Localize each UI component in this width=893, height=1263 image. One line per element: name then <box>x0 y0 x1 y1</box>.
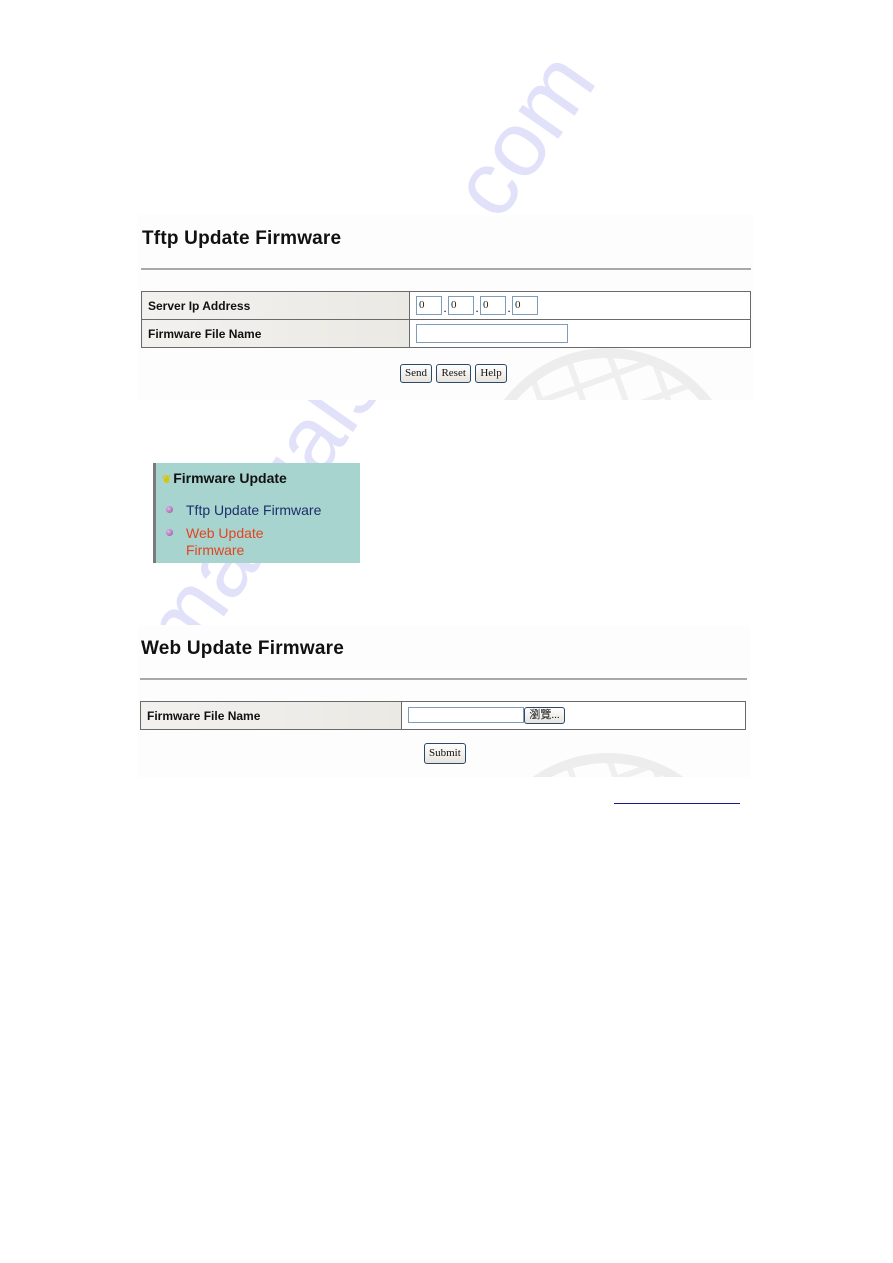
tftp-file-name-input[interactable] <box>416 324 568 343</box>
send-button[interactable]: Send <box>400 364 432 383</box>
hyperlink-underline[interactable] <box>614 803 740 804</box>
tftp-file-name-cell <box>409 319 751 348</box>
tftp-divider <box>141 268 751 270</box>
web-divider <box>140 678 747 680</box>
tftp-button-bar: Send Reset Help <box>400 363 507 383</box>
server-ip-octet-4[interactable]: 0 <box>512 296 538 315</box>
tftp-page-title: Tftp Update Firmware <box>142 228 342 249</box>
globe-background-graphic <box>478 753 738 777</box>
tftp-form-table: Server Ip Address 0.0.0.0 Firmware File … <box>141 291 751 348</box>
submit-button[interactable]: Submit <box>424 743 466 764</box>
server-ip-octet-2[interactable]: 0 <box>448 296 474 315</box>
menu-header-label: Firmware Update <box>173 470 287 486</box>
menu-header[interactable]: ❦ Firmware Update <box>162 470 287 486</box>
browse-button[interactable]: 瀏覽... <box>524 707 565 725</box>
server-ip-label: Server Ip Address <box>141 291 410 320</box>
tftp-file-name-label: Firmware File Name <box>141 319 410 348</box>
web-page-title: Web Update Firmware <box>141 638 344 659</box>
web-file-name-cell: 瀏覽... <box>401 701 746 730</box>
web-button-bar: Submit <box>424 743 466 764</box>
reset-button[interactable]: Reset <box>436 364 471 383</box>
server-ip-octet-1[interactable]: 0 <box>416 296 442 315</box>
server-ip-cell: 0.0.0.0 <box>409 291 751 320</box>
bullet-icon <box>166 529 173 536</box>
firmware-update-menu: ❦ Firmware Update Tftp Update Firmware We… <box>153 463 360 563</box>
tftp-file-name-row: Firmware File Name <box>141 319 751 348</box>
menu-item-web-update-firmware[interactable]: Web Update Firmware <box>166 525 264 559</box>
globe-background-graphic <box>478 348 738 400</box>
web-file-name-label: Firmware File Name <box>140 701 402 730</box>
bullet-icon <box>166 506 173 513</box>
web-file-name-row: Firmware File Name 瀏覽... <box>140 701 746 730</box>
server-ip-row: Server Ip Address 0.0.0.0 <box>141 291 751 320</box>
web-form-table: Firmware File Name 瀏覽... <box>140 701 746 730</box>
server-ip-octet-3[interactable]: 0 <box>480 296 506 315</box>
help-button[interactable]: Help <box>475 364 507 383</box>
web-file-name-input[interactable] <box>408 706 524 723</box>
folder-open-icon: ❦ <box>162 474 172 486</box>
menu-item-tftp-update-firmware[interactable]: Tftp Update Firmware <box>166 502 321 519</box>
